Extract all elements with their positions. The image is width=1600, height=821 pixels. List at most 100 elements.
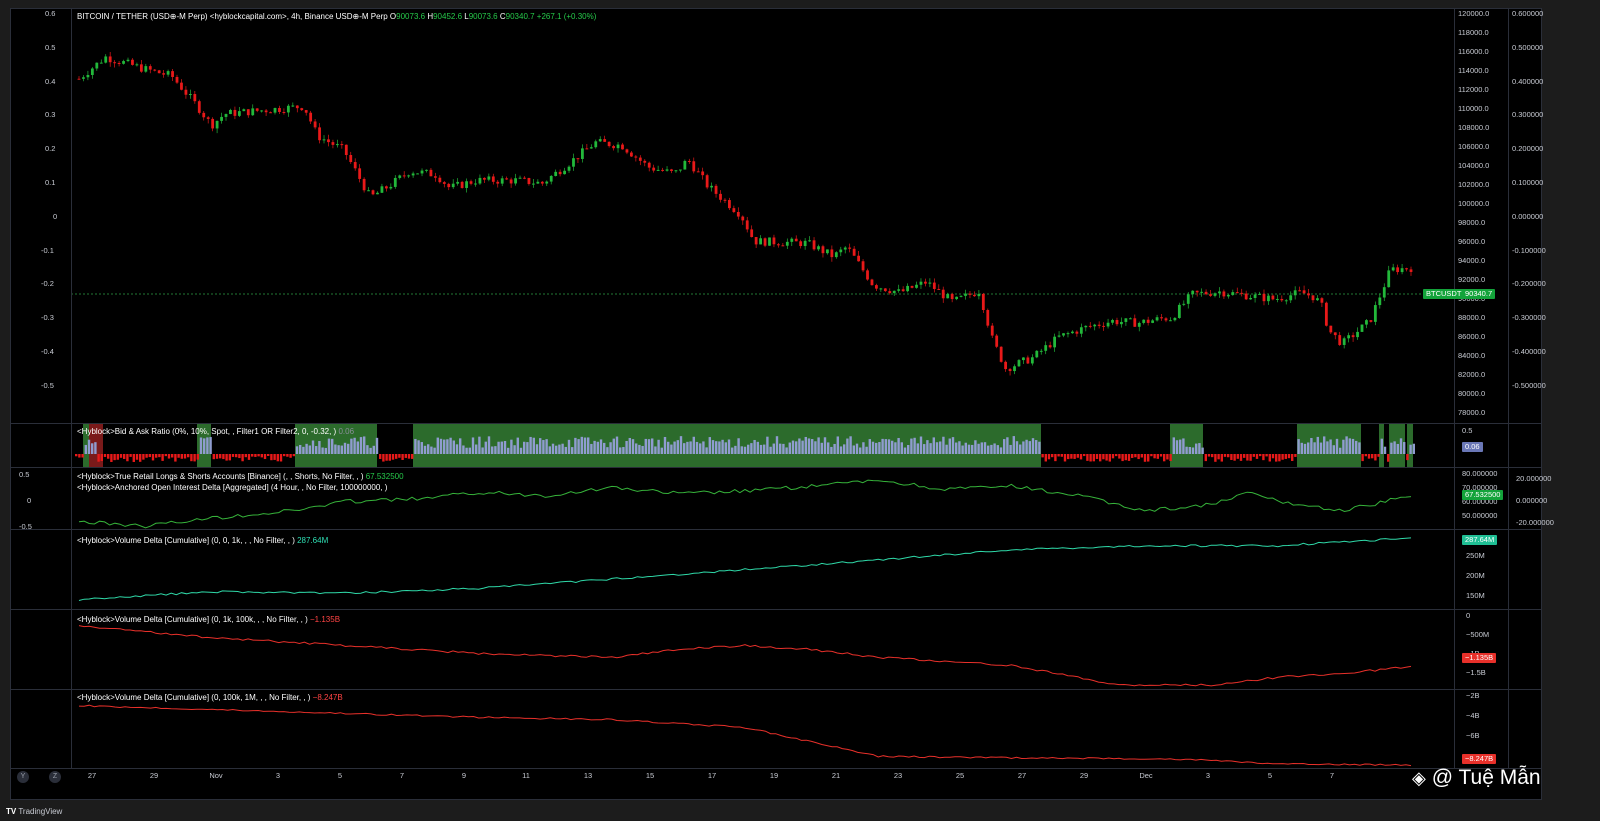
retail-tag: 67.532500 — [1462, 490, 1504, 500]
ratio-bar — [1025, 439, 1028, 454]
ratio-bar — [1028, 441, 1031, 454]
ratio-bar — [782, 443, 785, 454]
chart-frame[interactable]: BITCOIN / TETHER (USD⊕-M Perp) <hyblockc… — [10, 8, 1554, 800]
candle-body — [344, 144, 348, 156]
candle-body — [420, 170, 424, 174]
candle-body — [104, 56, 108, 63]
candle-body — [269, 112, 272, 114]
ratio-bar — [871, 441, 875, 454]
price-tick-label: 96000.0 — [1458, 237, 1486, 246]
retail-legend[interactable]: <Hyblock>True Retail Longs & Shorts Acco… — [77, 472, 404, 481]
candle-body — [901, 289, 905, 292]
ratio-bar — [667, 441, 670, 454]
ratio-bar — [727, 439, 731, 454]
ratio-bar — [519, 447, 523, 454]
candle-body — [625, 149, 629, 153]
ratio-bar — [932, 437, 935, 454]
ratio-bar — [1044, 454, 1047, 462]
ratio-bar — [1131, 454, 1134, 458]
candle-body — [362, 178, 366, 191]
candle-body — [576, 158, 580, 160]
ratio-bar — [935, 442, 939, 454]
ratio-bar — [414, 438, 417, 454]
ratio-bar — [452, 440, 455, 454]
candle-body — [616, 144, 620, 149]
ratio-bar — [286, 454, 289, 457]
z-axis-toggle[interactable]: Z — [49, 771, 61, 783]
ratio-bar — [433, 447, 436, 454]
candle-body — [679, 169, 682, 171]
candle-body — [910, 285, 914, 288]
ratio-bar — [1271, 454, 1275, 459]
ratio-bar — [939, 441, 942, 454]
candle-body — [1298, 290, 1302, 292]
ratio-bar — [769, 446, 772, 454]
vd2-legend[interactable]: <Hyblock>Volume Delta [Cumulative] (0, 1… — [77, 615, 340, 624]
bid-ask-legend[interactable]: <Hyblock>Bid & Ask Ratio (0%, 10%, Spot,… — [77, 427, 354, 436]
ratio-bar — [407, 454, 411, 459]
ratio-bar — [971, 444, 974, 454]
price-tick-label: 104000.0 — [1458, 161, 1490, 170]
candle-body — [643, 160, 647, 163]
candle-body — [273, 108, 277, 113]
ratio-bar — [798, 438, 801, 454]
ratio-bar — [673, 441, 676, 454]
symbol-legend[interactable]: BITCOIN / TETHER (USD⊕-M Perp) <hyblockc… — [77, 12, 596, 21]
vd3-legend[interactable]: <Hyblock>Volume Delta [Cumulative] (0, 1… — [77, 693, 343, 702]
ratio-bar — [619, 447, 622, 454]
retail-left-tick-label: -0.5 — [19, 522, 32, 531]
candle-body — [1088, 325, 1092, 327]
candle-body — [1320, 298, 1324, 303]
candle-body — [1409, 269, 1413, 272]
ratio-bar — [97, 454, 100, 462]
ratio-bar — [1006, 437, 1009, 454]
ratio-bar — [535, 444, 539, 454]
candle-body — [180, 82, 183, 90]
ratio-bar — [612, 438, 615, 454]
candle-body — [1191, 290, 1195, 295]
candle-body — [1387, 270, 1391, 288]
ratio-bar — [235, 454, 238, 458]
candle-body — [1209, 294, 1212, 296]
vd1-legend[interactable]: <Hyblock>Volume Delta [Cumulative] (0, 0… — [77, 536, 328, 545]
time-tick-label: 23 — [893, 771, 903, 780]
ratio-bar — [478, 436, 481, 454]
ratio-bar — [961, 445, 964, 454]
ratio-bar — [689, 441, 692, 454]
candle-body — [1360, 324, 1364, 332]
price-tick-label: 106000.0 — [1458, 142, 1490, 151]
ratio-bar — [366, 445, 369, 454]
vd2-tick-label: 0 — [1466, 611, 1471, 620]
candle-body — [915, 284, 918, 288]
price-chart[interactable] — [71, 9, 1454, 423]
price-tick-label: 92000.0 — [1458, 275, 1486, 284]
left-tick-label: -0.1 — [41, 245, 54, 255]
candle-body — [1213, 293, 1217, 296]
ratio-bar — [350, 438, 353, 454]
time-tick-label: 7 — [399, 771, 405, 780]
candle-body — [242, 109, 246, 112]
candle-body — [153, 69, 157, 71]
ohlc-close: C90340.7 — [499, 12, 535, 21]
ratio-bar — [443, 439, 446, 454]
ratio-bar — [718, 441, 721, 454]
ratio-bar — [126, 454, 129, 462]
ratio-bar — [1255, 454, 1259, 459]
vd3-tag: −8.247B — [1462, 754, 1497, 764]
ratio-bar — [839, 446, 843, 454]
candle-body — [990, 325, 994, 336]
ratio-bar — [830, 446, 833, 454]
candle-body — [335, 144, 339, 146]
ratio-bar — [1108, 454, 1111, 462]
ratio-bar — [567, 439, 571, 454]
candle-body — [1271, 295, 1275, 300]
oi-delta-legend[interactable]: <Hyblock>Anchored Open Interest Delta [A… — [77, 483, 387, 492]
candle-body — [554, 171, 558, 176]
y-axis-toggle[interactable]: Y — [17, 771, 29, 783]
ratio-bar — [609, 442, 612, 454]
candle-body — [621, 144, 624, 150]
tradingview-brand[interactable]: TV TradingView — [6, 807, 62, 816]
candle-body — [634, 156, 638, 158]
ratio-bar — [1118, 454, 1121, 459]
ratio-bar — [1374, 454, 1377, 461]
